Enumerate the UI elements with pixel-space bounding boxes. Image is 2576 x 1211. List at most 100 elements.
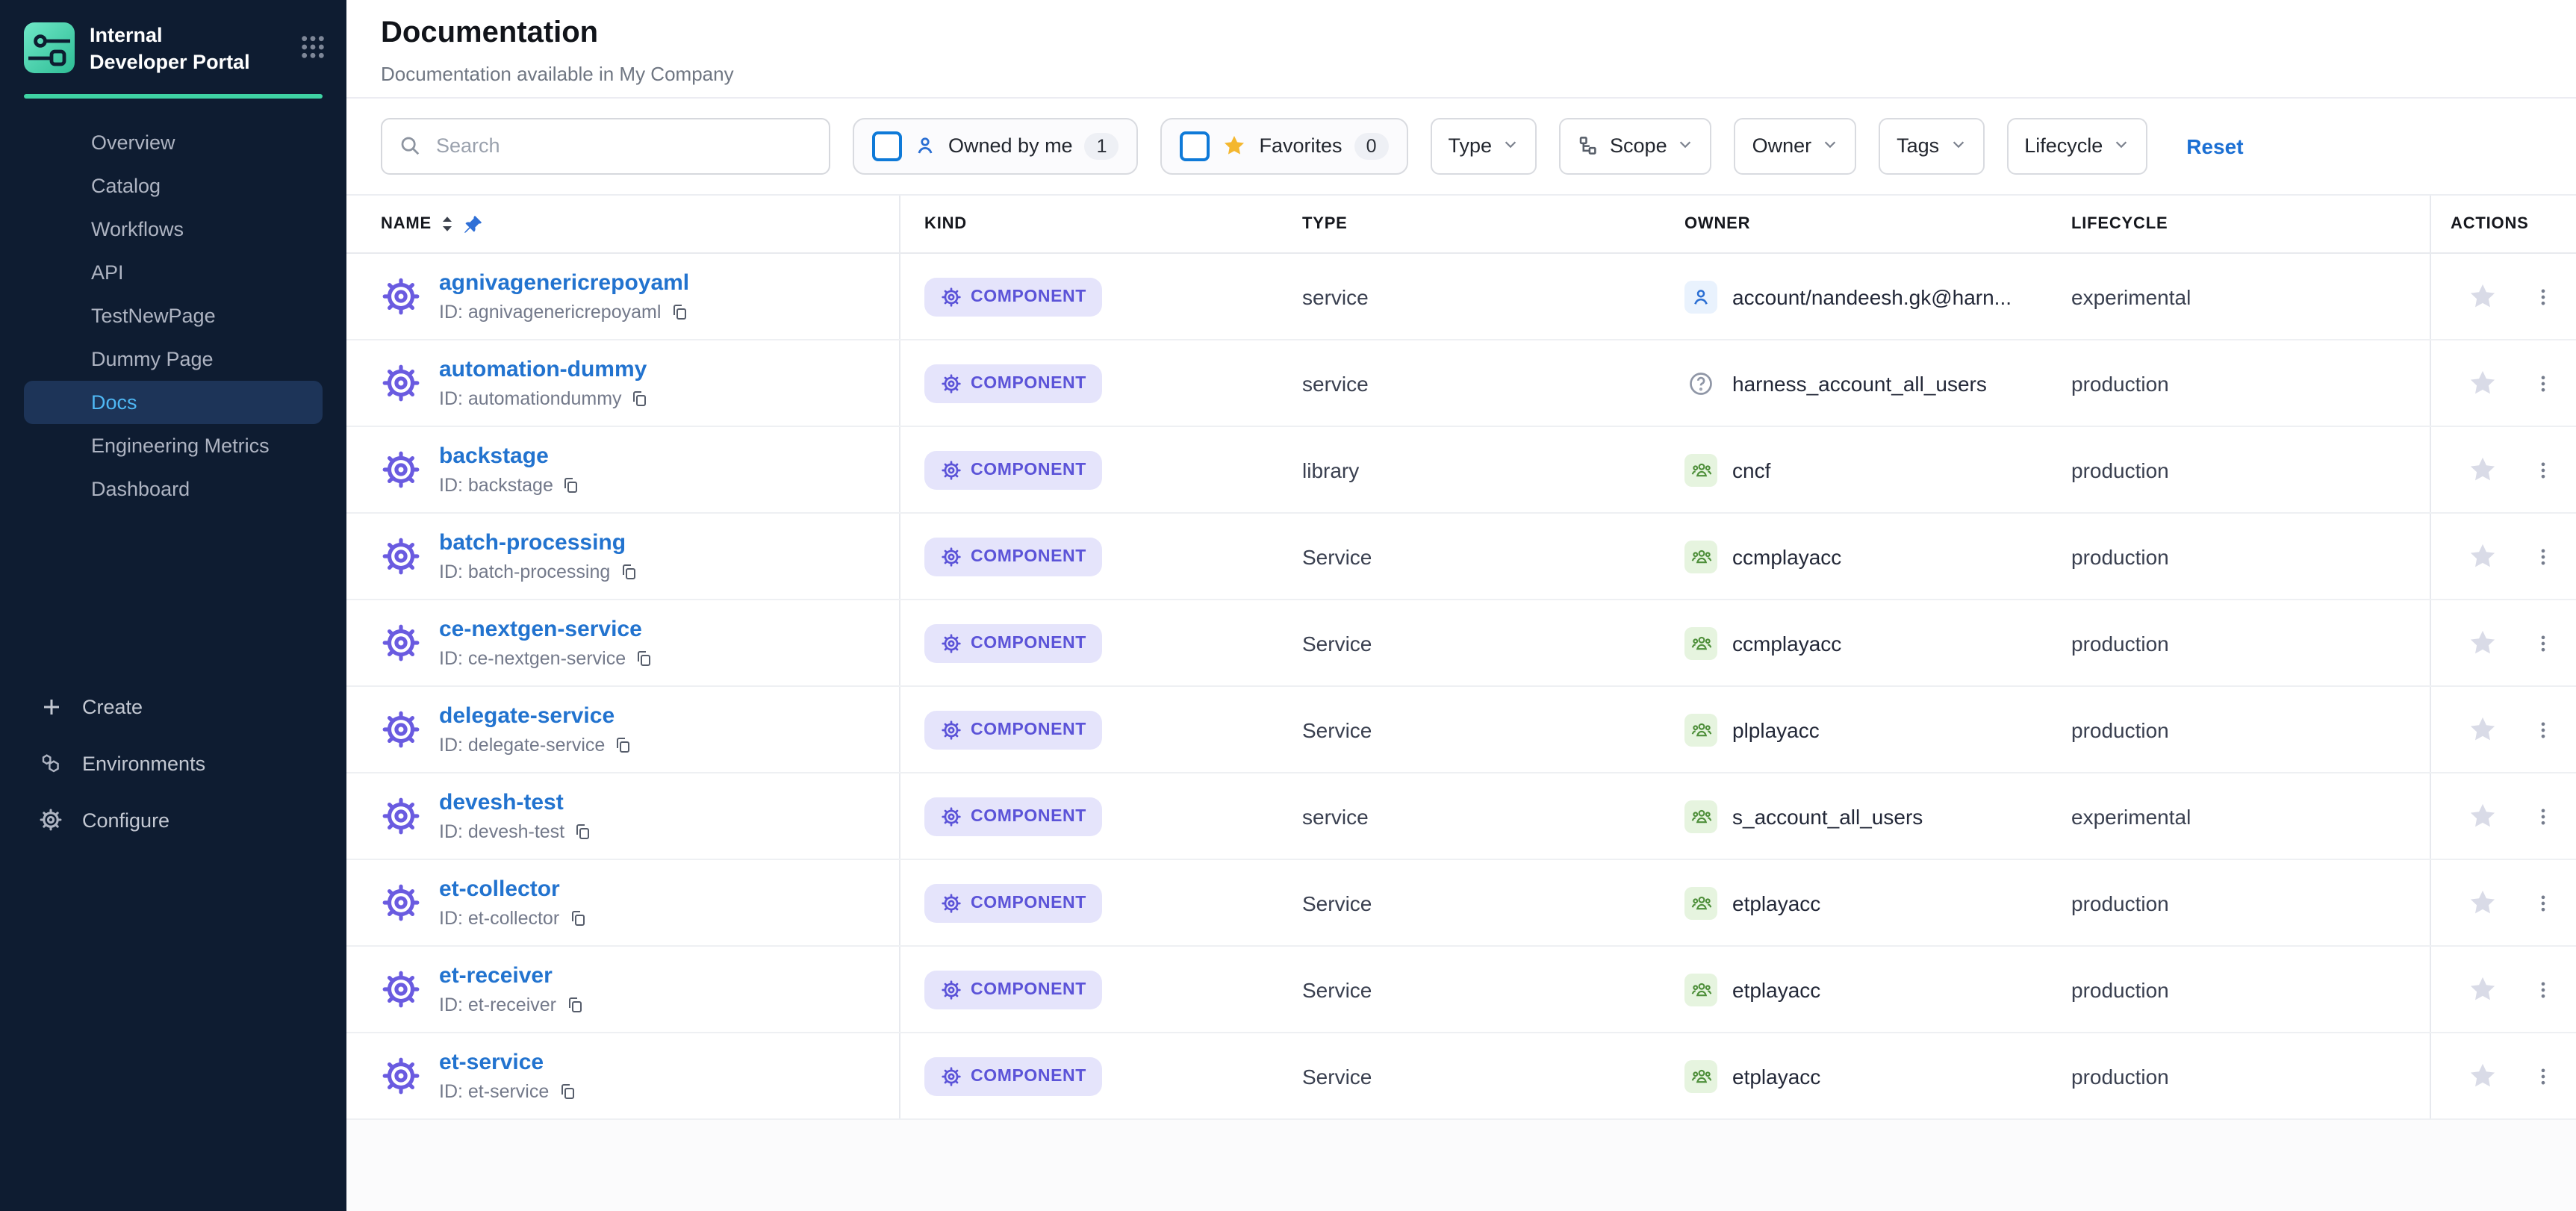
favorites-label: Favorites	[1260, 134, 1343, 157]
entity-name-link[interactable]: backstage	[439, 443, 580, 470]
kind-badge: COMPONENT	[924, 450, 1103, 489]
kebab-menu-icon[interactable]	[2533, 804, 2554, 828]
table-body: agnivagenericrepoyamlID: agnivagenericre…	[346, 254, 2576, 1120]
entity-id: ID: ce-nextgen-service	[439, 648, 653, 669]
favorite-star-button[interactable]	[2467, 800, 2498, 832]
column-header-actions: ACTIONS	[2430, 196, 2576, 252]
copy-icon[interactable]	[562, 476, 580, 494]
entity-name-link[interactable]: et-receiver	[439, 963, 583, 989]
type-dropdown[interactable]: Type	[1430, 117, 1537, 174]
copy-icon[interactable]	[670, 303, 688, 321]
column-header-kind[interactable]: KIND	[900, 196, 1278, 252]
kebab-menu-icon[interactable]	[2533, 544, 2554, 568]
table-row: automation-dummyID: automationdummyCOMPO…	[346, 340, 2576, 427]
sidebar-item-testnewpage[interactable]: TestNewPage	[24, 294, 323, 337]
copy-icon[interactable]	[573, 823, 591, 841]
kebab-menu-icon[interactable]	[2533, 371, 2554, 395]
entity-name-link[interactable]: et-collector	[439, 877, 586, 903]
favorite-star-button[interactable]	[2467, 454, 2498, 485]
copy-icon[interactable]	[631, 390, 649, 408]
column-header-type[interactable]: TYPE	[1278, 196, 1661, 252]
cell-lifecycle: production	[2047, 427, 2430, 512]
favorite-star-button[interactable]	[2467, 541, 2498, 572]
kebab-menu-icon[interactable]	[2533, 458, 2554, 482]
scope-dropdown[interactable]: Scope	[1559, 117, 1712, 174]
component-gear-icon	[941, 719, 962, 740]
owner-name: etplayacc	[1732, 1064, 1820, 1088]
sidebar-item-engineering-metrics[interactable]: Engineering Metrics	[24, 424, 323, 467]
reset-filters-button[interactable]: Reset	[2186, 134, 2243, 158]
favorite-star-button[interactable]	[2467, 974, 2498, 1005]
entity-name-link[interactable]: et-service	[439, 1050, 576, 1076]
favorites-filter[interactable]: Favorites 0	[1161, 117, 1408, 174]
sidebar-item-workflows[interactable]: Workflows	[24, 208, 323, 251]
favorite-star-button[interactable]	[2467, 281, 2498, 312]
favorite-star-icon	[1222, 133, 1248, 158]
copy-icon[interactable]	[558, 1083, 576, 1101]
kebab-menu-icon[interactable]	[2533, 1064, 2554, 1088]
component-gear-icon	[381, 709, 421, 750]
owned-by-me-filter[interactable]: Owned by me 1	[853, 117, 1139, 174]
entity-name-link[interactable]: ce-nextgen-service	[439, 617, 653, 643]
cell-owner: account/nandeesh.gk@harn...	[1661, 254, 2047, 339]
kebab-menu-icon[interactable]	[2533, 631, 2554, 655]
sidebar-item-environments[interactable]: Environments	[0, 735, 346, 791]
copy-icon[interactable]	[635, 650, 653, 667]
search-input[interactable]	[433, 133, 812, 158]
tags-dropdown[interactable]: Tags	[1879, 117, 1984, 174]
column-header-name[interactable]: NAME	[346, 196, 900, 252]
component-gear-icon	[941, 546, 962, 567]
cell-actions	[2430, 340, 2576, 426]
pin-icon[interactable]	[463, 214, 482, 234]
column-header-owner[interactable]: OWNER	[1661, 196, 2047, 252]
kebab-menu-icon[interactable]	[2533, 977, 2554, 1001]
sidebar-item-dashboard[interactable]: Dashboard	[24, 467, 323, 511]
favorite-star-button[interactable]	[2467, 367, 2498, 399]
column-header-lifecycle[interactable]: LIFECYCLE	[2047, 196, 2430, 252]
cell-actions	[2430, 947, 2576, 1032]
table-row: batch-processingID: batch-processingCOMP…	[346, 514, 2576, 600]
kebab-menu-icon[interactable]	[2533, 284, 2554, 308]
owned-by-me-checkbox[interactable]	[872, 131, 902, 161]
kind-badge: COMPONENT	[924, 537, 1103, 576]
sidebar-item-dummy-page[interactable]: Dummy Page	[24, 337, 323, 381]
sidebar-footer-label: Environments	[82, 752, 205, 774]
cell-name: ce-nextgen-service ID: ce-nextgen-service	[346, 600, 900, 685]
sidebar-item-configure[interactable]: Configure	[0, 791, 346, 848]
favorites-checkbox[interactable]	[1180, 131, 1210, 161]
copy-icon[interactable]	[614, 736, 632, 754]
copy-icon[interactable]	[565, 996, 583, 1014]
entity-name-link[interactable]: automation-dummy	[439, 357, 649, 383]
app-switcher-grid-icon[interactable]	[300, 34, 326, 60]
sidebar-item-api[interactable]: API	[24, 251, 323, 294]
sort-icon[interactable]	[441, 215, 454, 233]
kebab-menu-icon[interactable]	[2533, 891, 2554, 915]
copy-icon[interactable]	[619, 563, 637, 581]
chevron-down-icon	[2113, 134, 2129, 157]
entity-name-link[interactable]: delegate-service	[439, 703, 632, 729]
entity-name-link[interactable]: agnivagenericrepoyaml	[439, 270, 689, 296]
owned-by-me-label: Owned by me	[948, 134, 1073, 157]
favorite-star-button[interactable]	[2467, 627, 2498, 659]
sidebar-footer-label: Create	[82, 695, 143, 717]
sidebar-item-catalog[interactable]: Catalog	[24, 164, 323, 208]
favorite-star-button[interactable]	[2467, 714, 2498, 745]
kebab-menu-icon[interactable]	[2533, 717, 2554, 741]
favorite-star-button[interactable]	[2467, 887, 2498, 918]
sidebar-item-create[interactable]: Create	[0, 678, 346, 735]
favorite-star-button[interactable]	[2467, 1060, 2498, 1092]
cell-name: et-collectorID: et-collector	[346, 860, 900, 945]
lifecycle-dropdown[interactable]: Lifecycle	[2006, 117, 2147, 174]
copy-icon[interactable]	[568, 909, 586, 927]
sidebar-item-docs[interactable]: Docs	[24, 381, 323, 424]
content-background	[346, 1120, 2576, 1211]
cell-owner: etplayacc	[1661, 860, 2047, 945]
owner-dropdown[interactable]: Owner	[1735, 117, 1857, 174]
entity-id: ID: automationdummy	[439, 388, 649, 409]
entity-name-link[interactable]: batch-processing	[439, 530, 637, 556]
sidebar-item-overview[interactable]: Overview	[24, 121, 323, 164]
entity-id: ID: devesh-test	[439, 821, 591, 842]
cell-lifecycle: experimental	[2047, 773, 2430, 859]
search-input-wrapper	[381, 117, 830, 174]
entity-name-link[interactable]: devesh-test	[439, 790, 591, 816]
